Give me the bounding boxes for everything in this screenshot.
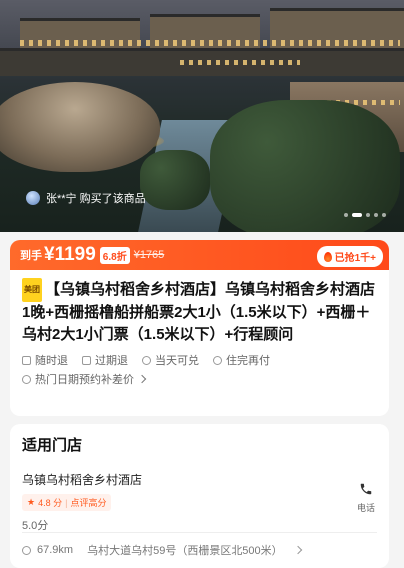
hero-lights bbox=[20, 40, 400, 46]
store-name[interactable]: 乌镇乌村稻舍乡村酒店 bbox=[22, 471, 377, 488]
refund-icon bbox=[22, 355, 31, 365]
store-rating-badge: ★ 4.8 分 | 点评高分 bbox=[22, 494, 112, 511]
phone-label: 电话 bbox=[356, 503, 375, 513]
price-amount: ¥1199 bbox=[44, 244, 96, 265]
feature-item: 过期退 bbox=[82, 352, 128, 368]
divider bbox=[22, 532, 377, 533]
carousel-dot[interactable] bbox=[344, 213, 348, 217]
buyer-text: 张**宁 购买了该商品 bbox=[46, 193, 146, 205]
product-title: 美团 【乌镇乌村稻舍乡村酒店】乌镇乌村稻舍乡村酒店1晚+西栅摇橹船拼船票2大1小（… bbox=[22, 278, 377, 346]
chevron-right-icon bbox=[293, 545, 302, 555]
fire-icon bbox=[323, 251, 332, 262]
feature-item: 住完再付 bbox=[213, 352, 270, 368]
store-card: 适用门店 乌镇乌村稻舍乡村酒店 ★ 4.8 分 | 点评高分 5.0分 电话 6… bbox=[10, 424, 389, 568]
carousel-dot[interactable] bbox=[366, 213, 370, 217]
rating-separator: | bbox=[65, 497, 68, 508]
star-icon: ★ bbox=[27, 497, 36, 507]
hero-trees bbox=[140, 150, 210, 210]
meituan-tag: 美团 bbox=[22, 278, 42, 302]
store-rating-text: 5.0分 bbox=[22, 520, 49, 532]
sold-badge: 已抢1千+ bbox=[316, 246, 383, 267]
buyer-notice: 张**宁 购买了该商品 bbox=[26, 190, 146, 206]
chevron-right-icon bbox=[137, 374, 147, 384]
store-heading: 适用门店 bbox=[22, 437, 83, 454]
feature-item: 随时退 bbox=[22, 352, 68, 368]
discount-badge: 6.8折 bbox=[99, 246, 130, 264]
product-card: 到手 ¥1199 6.8折 ¥1765 已抢1千+ 美团 【乌镇乌村稻舍乡村酒店】… bbox=[10, 240, 389, 416]
carousel-indicator bbox=[344, 213, 386, 217]
store-address: 乌村大道乌村59号（西栅景区北500米） bbox=[87, 545, 283, 557]
expiry-refund-icon bbox=[82, 355, 91, 365]
price-bar: 到手 ¥1199 6.8折 ¥1765 已抢1千+ bbox=[10, 240, 389, 270]
hero-image[interactable]: 张**宁 购买了该商品 bbox=[0, 0, 404, 232]
carousel-dot[interactable] bbox=[352, 213, 362, 217]
avatar bbox=[26, 191, 40, 205]
same-day-icon bbox=[142, 355, 151, 365]
phone-button[interactable]: 电话 bbox=[357, 482, 375, 514]
location-icon bbox=[22, 545, 31, 555]
sold-text: 已抢1千+ bbox=[334, 253, 376, 264]
phone-icon bbox=[360, 483, 372, 495]
pay-later-icon bbox=[213, 355, 222, 365]
store-address-row[interactable]: 67.9km 乌村大道乌村59号（西栅景区北500米） bbox=[22, 542, 302, 558]
promo-icon bbox=[22, 374, 31, 384]
feature-list: 随时退 过期退 当天可兑 住完再付 热门日期预约补差价 bbox=[10, 346, 389, 387]
price-label: 到手 bbox=[20, 250, 42, 262]
store-score: 4.8 分 bbox=[38, 498, 63, 508]
product-title-text: 【乌镇乌村稻舍乡村酒店】乌镇乌村稻舍乡村酒店1晚+西栅摇橹船拼船票2大1小（1.… bbox=[22, 281, 376, 343]
carousel-dot[interactable] bbox=[382, 213, 386, 217]
promo-link[interactable]: 热门日期预约补差价 bbox=[22, 371, 377, 387]
carousel-dot[interactable] bbox=[374, 213, 378, 217]
feature-item: 当天可兑 bbox=[142, 352, 199, 368]
hero-lights bbox=[180, 60, 300, 65]
original-price: ¥1765 bbox=[133, 249, 165, 261]
store-distance: 67.9km bbox=[37, 544, 74, 556]
review-label: 点评高分 bbox=[70, 498, 107, 508]
hero-dome bbox=[0, 82, 160, 172]
